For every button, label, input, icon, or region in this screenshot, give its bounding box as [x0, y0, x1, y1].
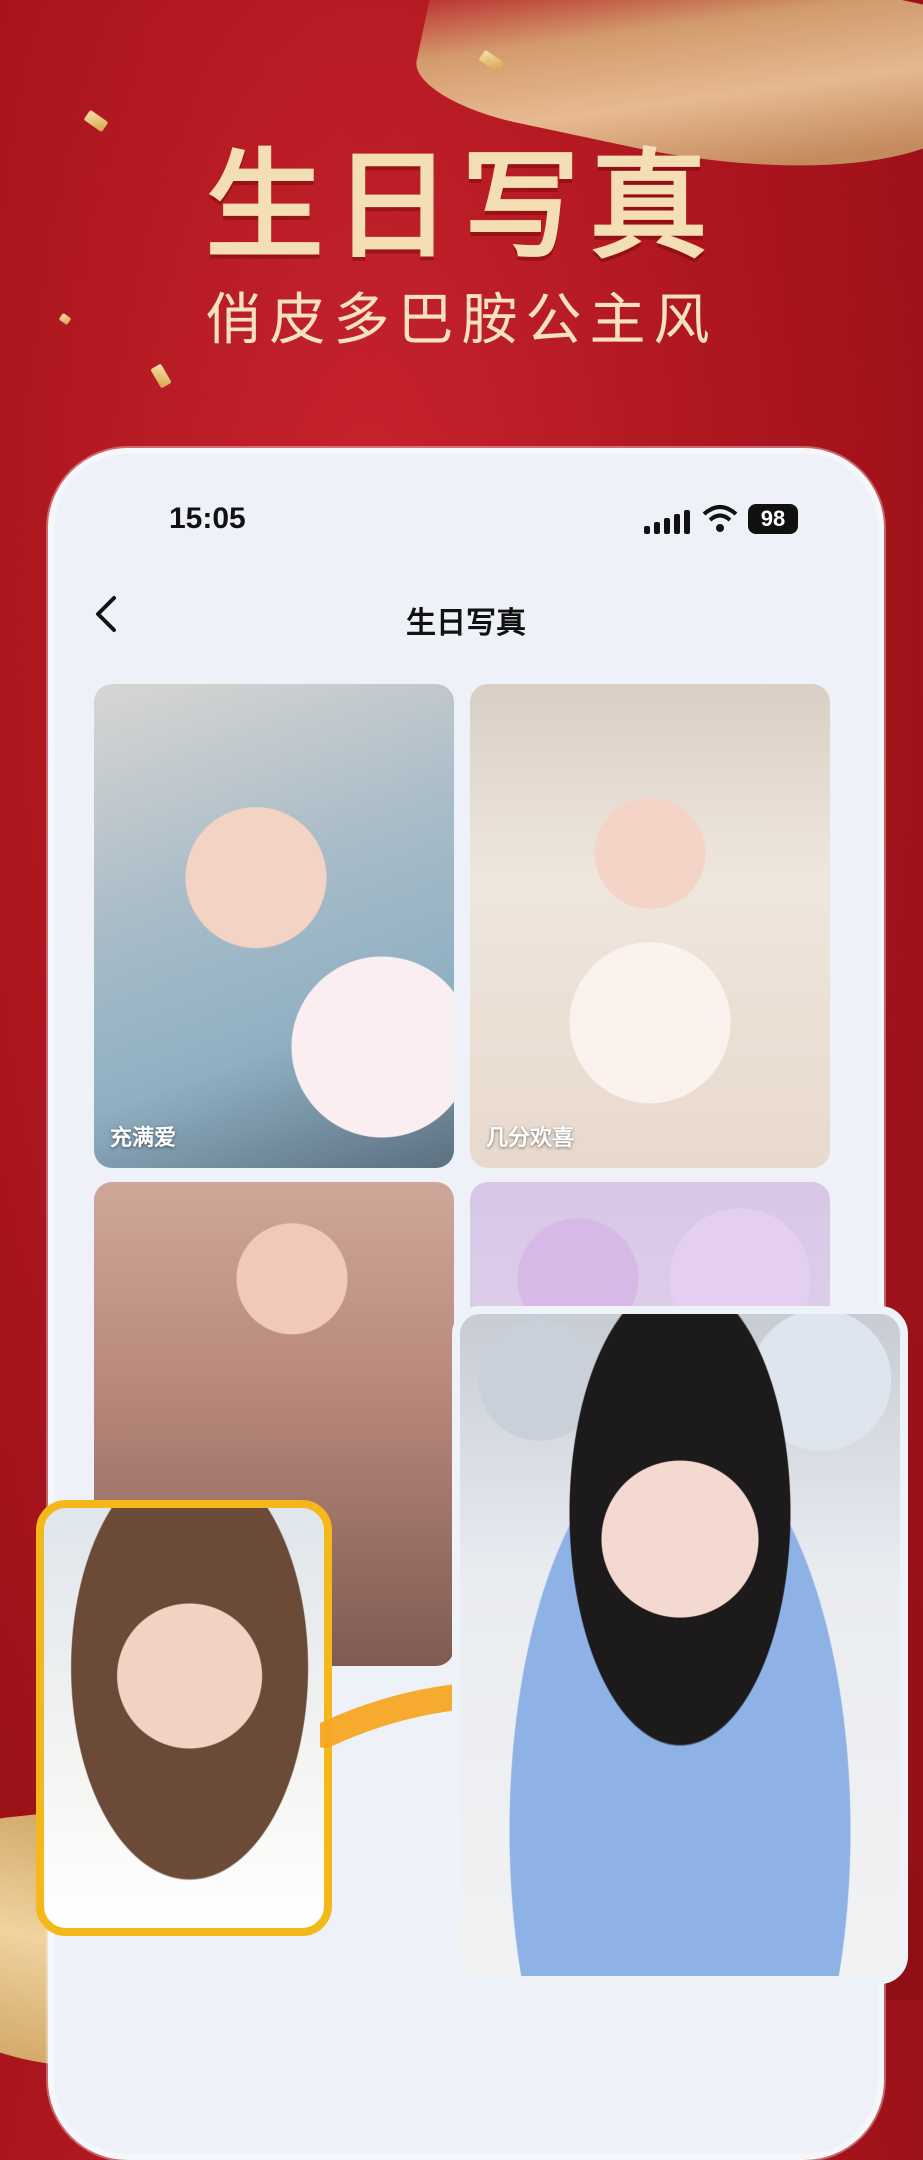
- page-title: 生日写真: [406, 607, 526, 640]
- before-photo: [36, 1500, 332, 1936]
- after-photo: [452, 1306, 908, 1984]
- template-card[interactable]: 几分欢喜: [470, 684, 830, 1168]
- template-card[interactable]: 充满爱: [94, 684, 454, 1168]
- gold-flake: [150, 363, 172, 389]
- wifi-icon: [702, 505, 738, 532]
- template-card-label: 几分欢喜: [486, 1125, 575, 1150]
- status-time: 15:05: [169, 502, 246, 535]
- status-bar: 15:05 98: [54, 454, 878, 564]
- battery-icon: 98: [748, 504, 798, 534]
- signal-icon: [644, 510, 690, 534]
- banner-title: 生日写真: [205, 136, 718, 275]
- banner-subtitle: 俏皮多巴胺公主风: [205, 288, 718, 353]
- template-card-label: 充满爱: [110, 1125, 177, 1150]
- nav-bar: 生日写真: [54, 574, 878, 654]
